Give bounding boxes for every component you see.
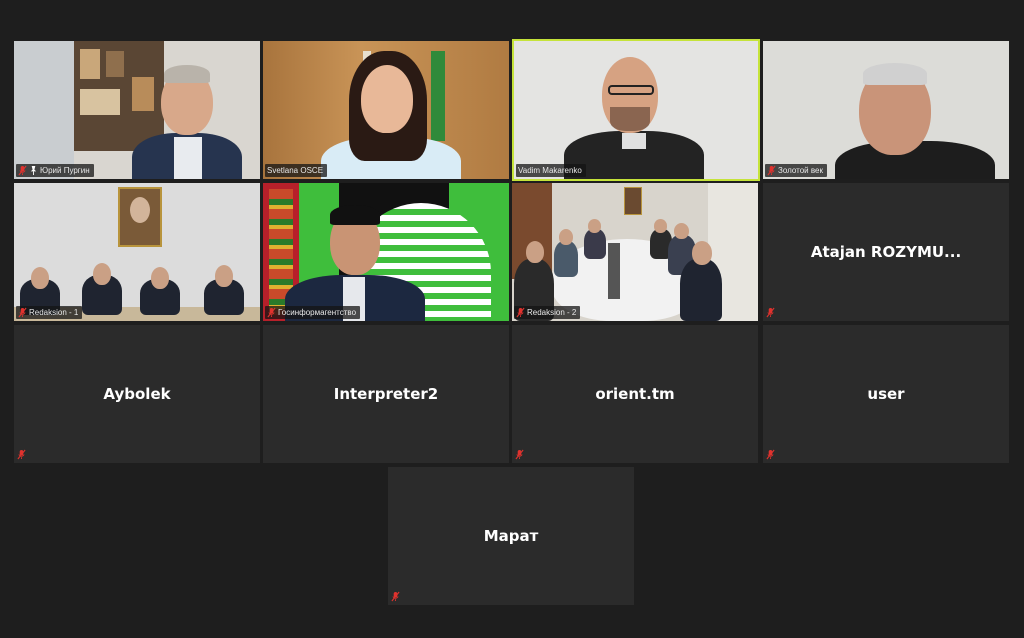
video-tile-redaksion-1[interactable]: Redaksion - 1 [14,183,260,321]
video-tile-interpreter2[interactable]: Interpreter2 [263,325,509,463]
video-tile-redaksion-2[interactable]: Redaksion - 2 [512,183,758,321]
video-tile-svetlana-osce[interactable]: Svetlana OSCE [263,41,509,179]
participant-name-tag: Золотой век [765,164,827,177]
participant-name: Aybolek [103,385,171,403]
participant-name-tag: Vadim Makarenko [516,164,586,177]
video-feed [14,41,260,179]
video-gallery: Юрий Пургин Svetlana OSCE Vadim Makarenk… [0,0,1024,638]
video-feed [763,41,1009,179]
video-tile-zolotoy-vek[interactable]: Золотой век [763,41,1009,179]
video-tile-yuri-purgin[interactable]: Юрий Пургин [14,41,260,179]
video-tile-gosinformagentstvo[interactable]: Госинформагентство [263,183,509,321]
participant-name: user [867,385,905,403]
video-feed [512,183,758,321]
participant-name: orient.tm [595,385,675,403]
participant-name-tag: Redaksion - 1 [16,306,83,319]
participant-name: Vadim Makarenko [518,166,582,175]
mic-muted-icon [767,165,776,176]
participant-name: Redaksion - 1 [29,308,79,317]
participant-name: Золотой век [778,166,823,175]
video-tile-vadim-makarenko[interactable]: Vadim Makarenko [512,39,760,181]
mic-muted-icon [267,307,276,318]
video-feed [14,183,260,321]
participant-name-tag: Svetlana OSCE [265,164,328,177]
participant-name-tag: Юрий Пургин [16,164,94,177]
participant-name: Марат [483,527,539,545]
mic-muted-icon [18,307,27,318]
video-feed [263,41,509,179]
participant-name: Госинформагентство [278,308,357,317]
video-feed [514,41,758,179]
video-tile-marat[interactable]: Марат [388,467,634,605]
participant-name-tag: Госинформагентство [265,306,361,319]
participant-name: Atajan ROZYMU... [810,243,962,261]
participant-name: Redaksion - 2 [527,308,577,317]
participant-name: Юрий Пургин [40,166,90,175]
participant-name: Interpreter2 [333,385,439,403]
video-tile-atajan-rozymu[interactable]: Atajan ROZYMU... [763,183,1009,321]
video-tile-aybolek[interactable]: Aybolek [14,325,260,463]
mic-muted-icon [391,591,400,602]
mic-muted-icon [766,449,775,460]
mic-muted-icon [18,165,27,176]
mic-muted-icon [17,449,26,460]
mic-muted-icon [515,449,524,460]
mic-muted-icon [516,307,525,318]
participant-name-tag: Redaksion - 2 [514,306,581,319]
pin-icon [30,166,37,175]
video-feed [263,183,509,321]
video-tile-orient-tm[interactable]: orient.tm [512,325,758,463]
video-tile-user[interactable]: user [763,325,1009,463]
mic-muted-icon [766,307,775,318]
participant-name: Svetlana OSCE [267,166,324,175]
